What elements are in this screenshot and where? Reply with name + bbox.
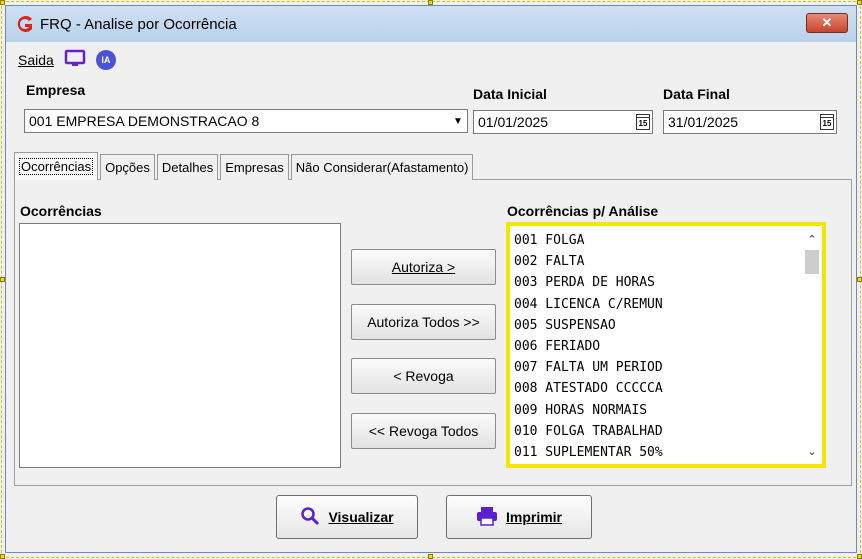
menu-saida-label: Saida — [18, 52, 54, 68]
data-final-field[interactable]: 31/01/2025 15 — [663, 110, 837, 134]
ocorrencias-list[interactable] — [19, 223, 341, 468]
app-logo-icon — [14, 13, 36, 35]
tab-label: Opções — [105, 160, 150, 175]
analise-list-item[interactable]: 001 FOLGA — [514, 230, 802, 251]
selection-handle[interactable] — [857, 554, 862, 559]
menu-saida[interactable]: Saida — [18, 52, 54, 68]
analise-list-item[interactable]: 010 FOLGA TRABALHAD — [514, 421, 802, 442]
tab-nao-considerar[interactable]: Não Considerar(Afastamento) — [290, 154, 474, 180]
monitor-icon[interactable] — [64, 49, 86, 72]
empresa-label: Empresa — [26, 82, 86, 98]
menu-bar: Saida IA — [18, 48, 116, 72]
data-final-value: 31/01/2025 — [668, 114, 739, 130]
data-final-label: Data Final — [663, 86, 730, 102]
data-inicial-label: Data Inicial — [473, 86, 547, 102]
scroll-thumb[interactable] — [805, 250, 819, 274]
autoriza-label: Autoriza > — [391, 259, 456, 275]
selection-handle[interactable] — [857, 0, 862, 5]
analise-list-item[interactable]: 002 FALTA — [514, 251, 802, 272]
empresa-value: 001 EMPRESA DEMONSTRACAO 8 — [29, 113, 260, 129]
analise-list-item[interactable]: 009 HORAS NORMAIS — [514, 400, 802, 421]
window-title: FRQ - Analise por Ocorrência — [40, 15, 237, 33]
analise-list-item[interactable]: 007 FALTA UM PERIOD — [514, 357, 802, 378]
scroll-down-icon[interactable]: ⌄ — [802, 442, 822, 460]
ocorrencias-label: Ocorrências — [20, 203, 102, 219]
tab-detalhes[interactable]: Detalhes — [156, 154, 219, 180]
imprimir-label: Imprimir — [505, 509, 562, 525]
analise-list-item[interactable]: 004 LICENCA C/REMUN — [514, 294, 802, 315]
analise-list-item[interactable]: 005 SUSPENSAO — [514, 315, 802, 336]
analise-list[interactable]: 001 FOLGA 002 FALTA 003 PERDA DE HORAS 004 … — [506, 222, 826, 468]
close-button[interactable]: ✕ — [806, 13, 848, 33]
revoga-todos-button[interactable]: << Revoga Todos — [351, 413, 496, 449]
autoriza-button[interactable]: Autoriza > — [351, 249, 496, 285]
vertical-scrollbar[interactable]: ⌃ ⌄ — [802, 226, 822, 464]
scroll-up-icon[interactable]: ⌃ — [802, 230, 822, 248]
analise-list-item[interactable]: 011 SUPLEMENTAR 50% — [514, 442, 802, 463]
analise-list-item[interactable]: 003 PERDA DE HORAS — [514, 272, 802, 293]
calendar-icon[interactable]: 15 — [820, 114, 834, 130]
tab-label: Não Considerar(Afastamento) — [295, 160, 469, 175]
selection-handle[interactable] — [0, 554, 5, 559]
analise-list-item[interactable]: 006 FERIADO — [514, 336, 802, 357]
tab-ocorrencias[interactable]: Ocorrências — [14, 152, 99, 180]
tab-label: Ocorrências — [19, 158, 94, 175]
magnifier-icon — [300, 506, 320, 529]
title-bar[interactable]: FRQ - Analise por Ocorrência ✕ — [6, 6, 856, 42]
visualizar-button[interactable]: Visualizar — [276, 495, 418, 539]
selection-handle[interactable] — [428, 554, 433, 559]
tab-strip: Ocorrências Opções Detalhes Empresas Não… — [14, 152, 475, 180]
analise-list-item[interactable]: 008 ATESTADO CCCCCA — [514, 378, 802, 399]
tab-label: Detalhes — [161, 160, 214, 175]
chevron-down-icon[interactable]: ▼ — [449, 110, 467, 132]
tab-empresas[interactable]: Empresas — [220, 154, 289, 180]
analise-label: Ocorrências p/ Análise — [507, 203, 659, 219]
tab-label: Empresas — [225, 160, 284, 175]
ia-badge[interactable]: IA — [95, 50, 116, 70]
data-inicial-field[interactable]: 01/01/2025 15 — [473, 110, 653, 134]
autoriza-todos-button[interactable]: Autoriza Todos >> — [351, 304, 496, 340]
main-window: FRQ - Analise por Ocorrência ✕ Saida IA … — [5, 5, 857, 553]
tab-opcoes[interactable]: Opções — [100, 154, 155, 180]
analise-items: 001 FOLGA 002 FALTA 003 PERDA DE HORAS 004 … — [510, 226, 802, 464]
imprimir-button[interactable]: Imprimir — [446, 495, 592, 539]
data-inicial-value: 01/01/2025 — [478, 114, 549, 130]
selection-handle[interactable] — [857, 277, 862, 282]
empresa-select[interactable]: 001 EMPRESA DEMONSTRACAO 8 ▼ — [24, 109, 468, 133]
calendar-icon[interactable]: 15 — [636, 114, 650, 130]
revoga-button[interactable]: < Revoga — [351, 358, 496, 394]
printer-icon — [476, 506, 498, 529]
visualizar-label: Visualizar — [328, 509, 394, 525]
